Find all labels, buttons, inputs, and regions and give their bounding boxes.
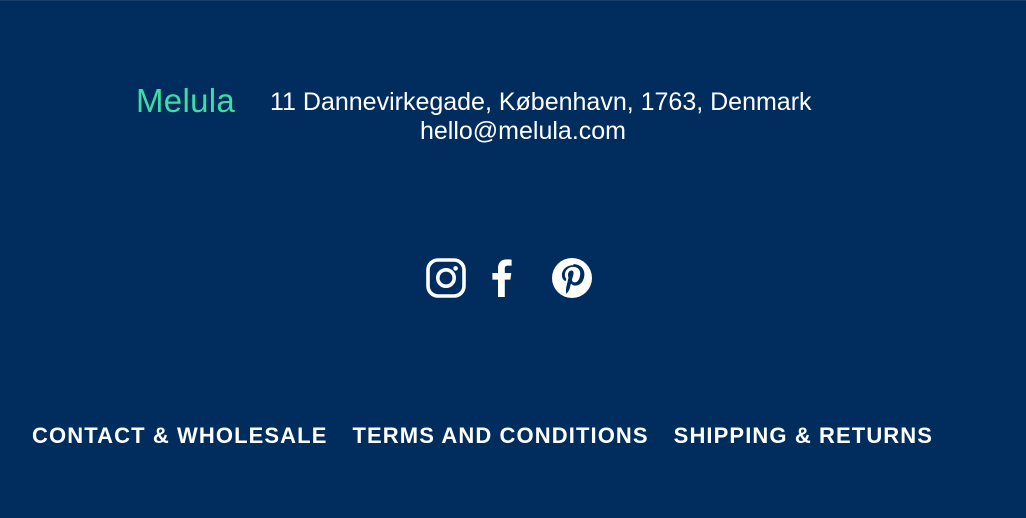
- email-link[interactable]: hello@melula.com: [420, 116, 626, 146]
- footer-nav: CONTACT & WHOLESALE TERMS AND CONDITIONS…: [32, 421, 933, 451]
- instagram-icon: [426, 258, 466, 298]
- footer-link-contact-wholesale[interactable]: CONTACT & WHOLESALE: [32, 421, 327, 451]
- address-text: 11 Dannevirkegade, København, 1763, Denm…: [270, 88, 812, 116]
- facebook-icon: [492, 259, 512, 297]
- site-footer: Melula 11 Dannevirkegade, København, 176…: [0, 0, 1026, 518]
- email-line: hello@melula.com: [0, 116, 1026, 146]
- brand-name[interactable]: Melula: [136, 81, 235, 121]
- social-links: [425, 257, 593, 299]
- instagram-link[interactable]: [425, 257, 467, 299]
- footer-link-shipping-returns[interactable]: SHIPPING & RETURNS: [674, 421, 933, 451]
- footer-link-terms-and-conditions[interactable]: TERMS AND CONDITIONS: [352, 421, 648, 451]
- pinterest-icon: [552, 258, 592, 298]
- facebook-link[interactable]: [487, 257, 515, 299]
- pinterest-link[interactable]: [551, 257, 593, 299]
